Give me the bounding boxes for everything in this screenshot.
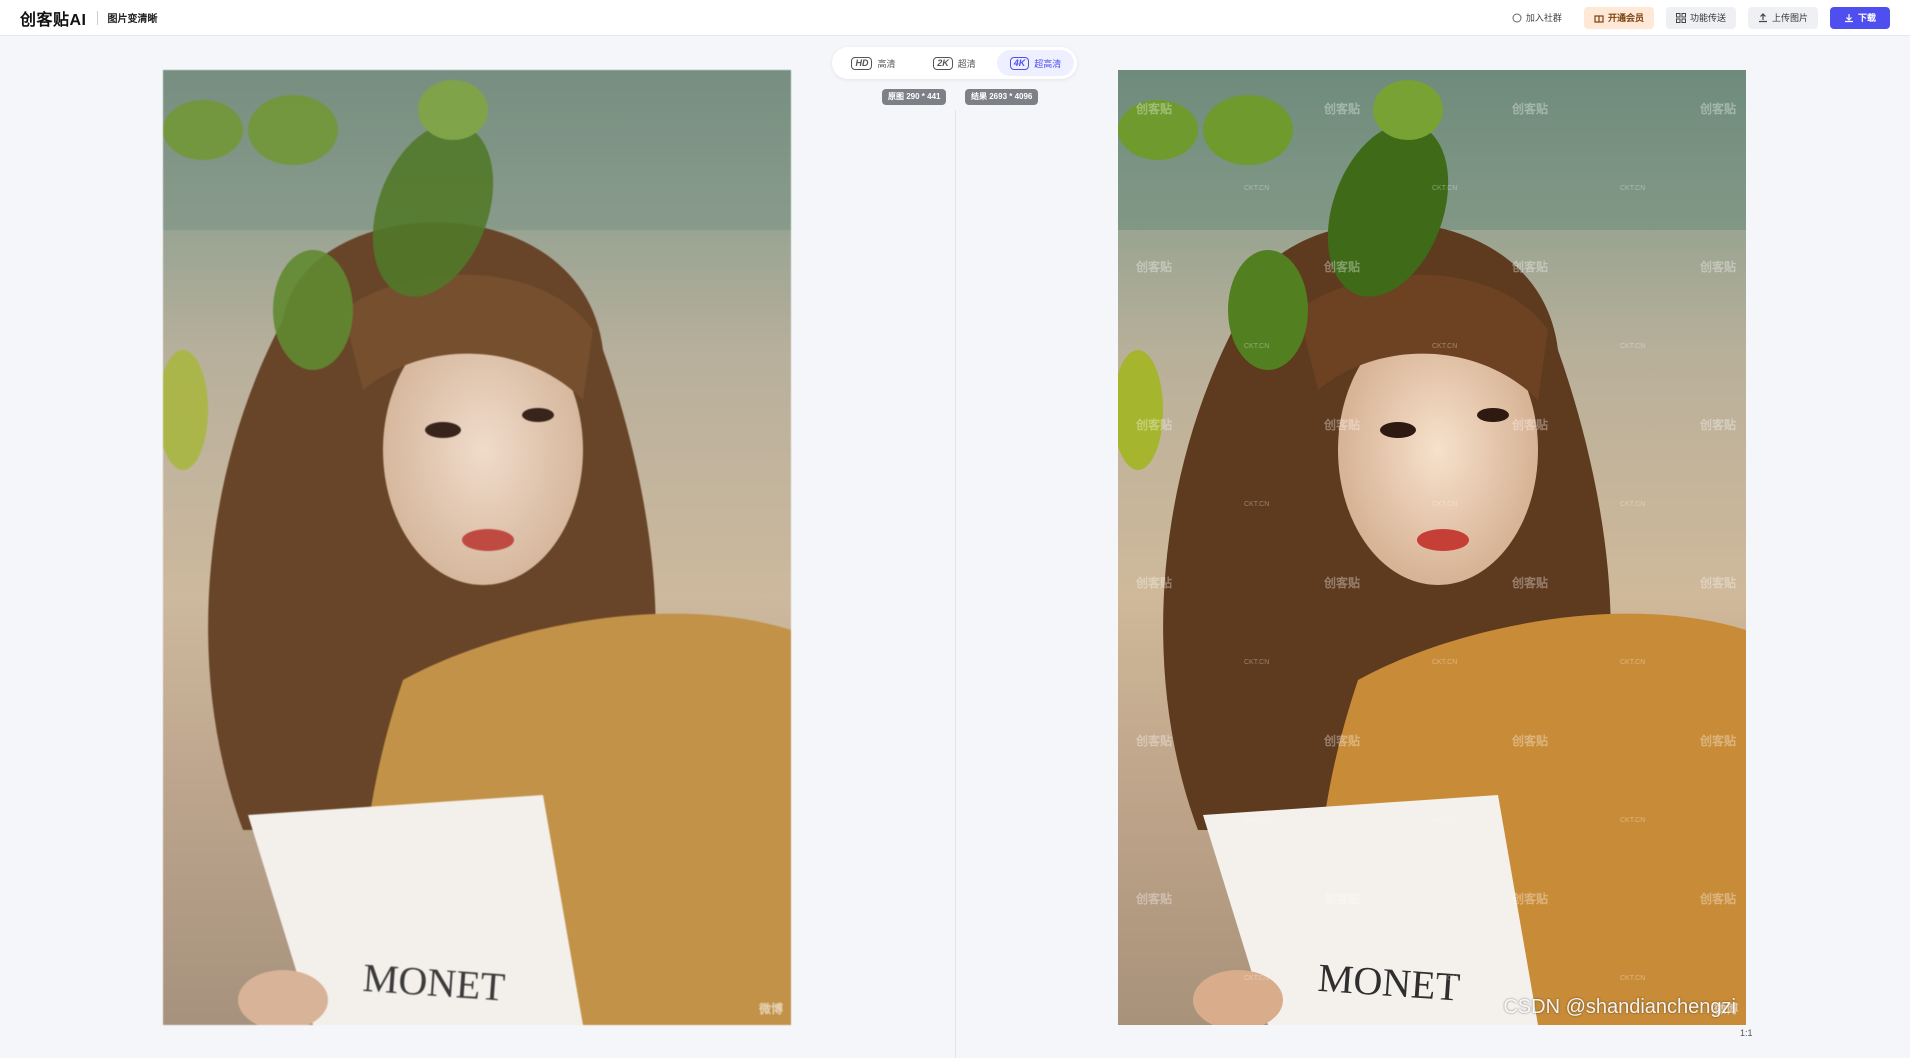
tab-hd[interactable]: HD 高清 <box>835 50 912 76</box>
resolution-tabs: HD 高清 2K 超清 4K 超高清 <box>832 47 1077 79</box>
open-vip-button[interactable]: 开通会员 <box>1583 6 1654 29</box>
chat-icon <box>1512 13 1522 22</box>
tab-4k-label: 超高清 <box>1034 58 1062 69</box>
feature-nav-label: 功能传送 <box>1689 13 1726 23</box>
app-root: 创客贴AI 图片变清晰 加入社群 开通会员 功能传送 上传图片 下载 HD 高清… <box>0 0 1910 1058</box>
upload-icon <box>1758 12 1767 22</box>
brand-logo[interactable]: 创客贴AI <box>20 6 87 30</box>
grid-icon <box>1675 12 1686 23</box>
original-image: MONET 微博 <box>163 70 791 1025</box>
tab-hd-label: 高清 <box>877 58 896 69</box>
compare-divider[interactable] <box>955 110 956 1058</box>
csdn-watermark: CSDN @shandianchengzi <box>1503 996 1736 1018</box>
original-dimensions-badge: 原图 290 * 441 <box>882 89 947 105</box>
join-community-label: 加入社群 <box>1525 13 1562 23</box>
photo-signature: 微博 <box>758 1002 783 1016</box>
header-divider <box>96 10 98 25</box>
tab-2k[interactable]: 2K 超清 <box>916 50 993 76</box>
download-label: 下载 <box>1857 13 1876 23</box>
enhanced-image: MONET 创客贴 创客贴 创客贴 创客贴 创客贴 创客贴 创客贴 创客贴 创客贴 创客贴 创客贴创… <box>1118 70 1746 1025</box>
4k-badge: 4K <box>1009 56 1030 70</box>
download-button[interactable]: 下载 <box>1829 6 1890 29</box>
2k-badge: 2K <box>933 56 953 70</box>
tab-4k[interactable]: 4K 超高清 <box>997 50 1074 76</box>
tab-2k-label: 超清 <box>957 58 976 69</box>
join-community-button[interactable]: 加入社群 <box>1502 7 1572 29</box>
upload-image-button[interactable]: 上传图片 <box>1747 6 1818 29</box>
original-image-illustration: MONET <box>163 70 791 1025</box>
header-actions: 加入社群 开通会员 功能传送 上传图片 下载 <box>1502 6 1890 29</box>
hd-badge: HD <box>851 56 873 70</box>
upload-image-label: 上传图片 <box>1771 13 1808 23</box>
open-vip-label: 开通会员 <box>1607 13 1644 23</box>
gift-icon <box>1594 14 1604 23</box>
zoom-level[interactable]: 1:1 <box>1740 1028 1753 1038</box>
download-icon <box>1844 13 1853 22</box>
result-dimensions-badge: 结果 2693 * 4096 <box>965 89 1039 105</box>
page-title: 图片变清晰 <box>107 14 158 25</box>
feature-nav-button[interactable]: 功能传送 <box>1665 6 1736 29</box>
enhanced-image-illustration: MONET <box>1118 70 1746 1025</box>
top-header: 创客贴AI 图片变清晰 加入社群 开通会员 功能传送 上传图片 下载 <box>0 0 1910 36</box>
